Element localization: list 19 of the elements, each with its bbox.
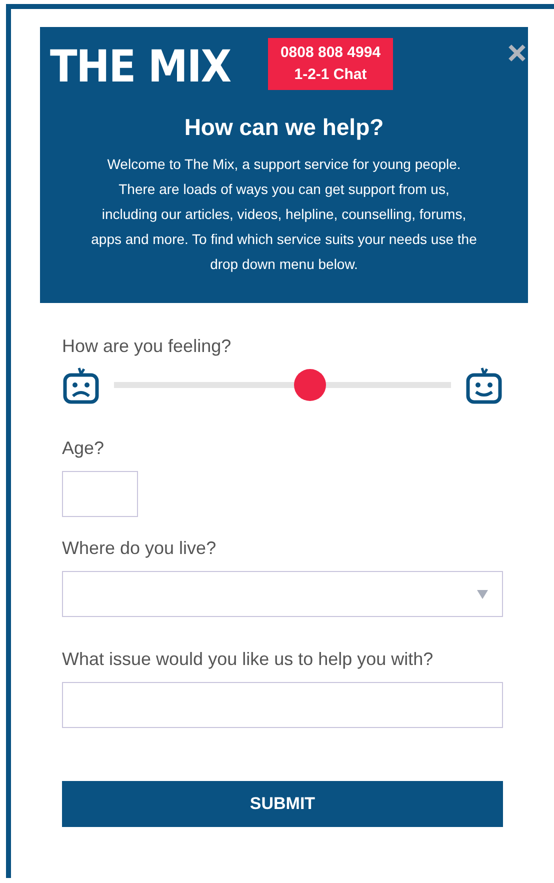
phone-number: 0808 808 4994 [280,45,381,61]
field-label: Age? [62,437,106,459]
field-label: What issue would you like us to help you with? [62,648,434,670]
happy-face-icon [465,366,503,404]
field-label: Where do you live? [62,537,218,559]
close-button[interactable] [508,44,526,62]
issue-field[interactable] [62,682,503,728]
helpline-badge[interactable]: 0808 808 4994 1-2-1 Chat [268,38,393,90]
submit-button[interactable]: SUBMIT [62,781,503,827]
caret-icon [477,590,488,598]
logo: THE MIX [50,42,232,92]
chat-link[interactable]: 1-2-1 Chat [294,67,367,83]
field-label: How are you feeling? [62,335,232,357]
intro-text: Welcome to The Mix, a support service for young people. There are loads of ways you can get support from us, including our articles, videos, helpline, counselling, forums, apps and more. To find which service suits your needs use the drop down menu below. [91,155,477,274]
slider-thumb[interactable] [294,369,326,401]
header-title: How can we help? [184,114,384,140]
age-field[interactable] [62,471,138,517]
sad-face-icon [62,366,100,404]
close-icon [508,44,526,62]
